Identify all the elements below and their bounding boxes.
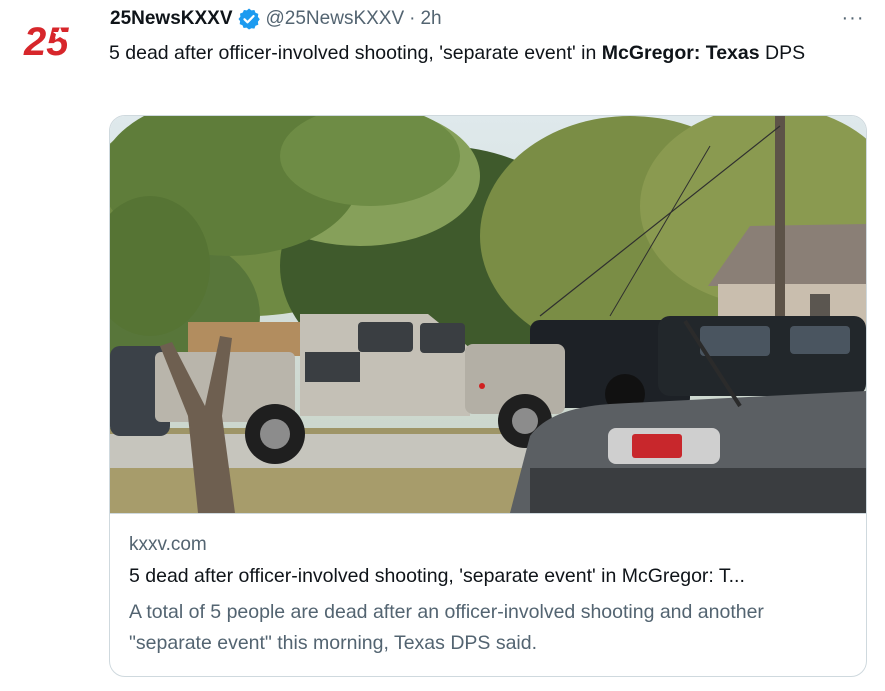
separator-dot: · bbox=[409, 8, 416, 29]
card-description: A total of 5 people are dead after an of… bbox=[129, 601, 764, 654]
verified-badge-icon bbox=[237, 7, 261, 31]
card-body[interactable]: kxxv.com 5 dead after officer-involved s… bbox=[110, 513, 866, 676]
tweet-header: 25NewsKXXV @25NewsKXXV · 2h bbox=[110, 4, 442, 34]
card-image[interactable] bbox=[110, 116, 866, 513]
handle[interactable]: @25NewsKXXV bbox=[266, 8, 405, 30]
avatar-logo-text: 25 bbox=[23, 20, 69, 61]
tweet-text-bold: McGregor: Texas bbox=[601, 42, 760, 64]
more-options-icon[interactable]: ··· bbox=[836, 4, 870, 32]
card-domain: kxxv.com bbox=[129, 534, 207, 555]
display-name[interactable]: 25NewsKXXV bbox=[110, 8, 233, 30]
avatar[interactable]: 25 bbox=[22, 17, 84, 61]
tweet-text-plain: 5 dead after officer-involved shooting, … bbox=[109, 42, 602, 64]
card-title[interactable]: 5 dead after officer-involved shooting, … bbox=[129, 565, 853, 588]
timestamp[interactable]: 2h bbox=[420, 8, 441, 30]
link-card[interactable]: kxxv.com 5 dead after officer-involved s… bbox=[109, 115, 867, 677]
tweet-text: 5 dead after officer-involved shooting, … bbox=[109, 38, 879, 69]
tweet-text-tail: DPS bbox=[759, 42, 806, 64]
